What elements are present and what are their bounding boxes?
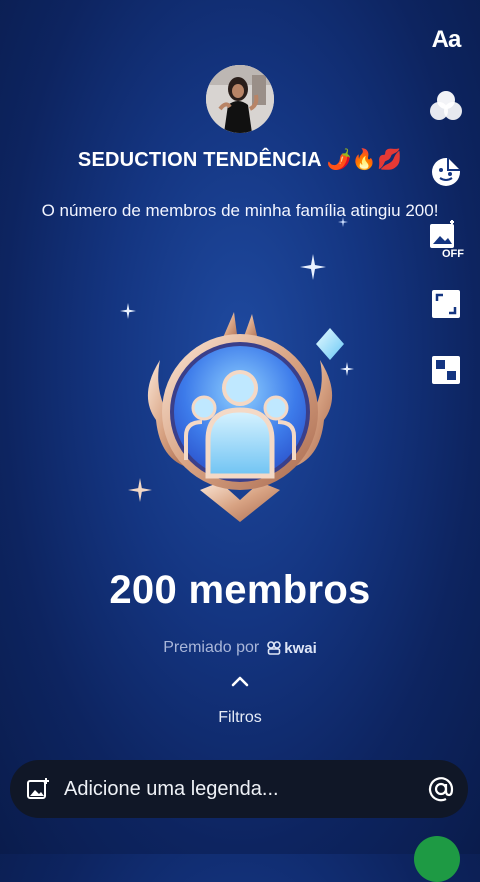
- milestone-message: O número de membros de minha família ati…: [41, 201, 439, 220]
- family-avatar[interactable]: [206, 65, 274, 133]
- caption-input-bar[interactable]: Adicione uma legenda...: [10, 760, 468, 818]
- family-name: SEDUCTION TENDÊNCIA 🌶️🔥💋: [77, 149, 403, 171]
- effects-tool-button[interactable]: [426, 86, 466, 126]
- off-label: OFF: [442, 248, 464, 258]
- image-off-tool-button[interactable]: OFF: [426, 218, 466, 260]
- text-tool-button[interactable]: Aa: [426, 20, 466, 60]
- layout-grid-icon: [432, 356, 460, 384]
- layout-tool-button[interactable]: [426, 350, 466, 390]
- chevron-up-icon[interactable]: [226, 670, 254, 692]
- sparkle-icon: [338, 217, 348, 227]
- text-tool-label: Aa: [431, 26, 462, 53]
- sticker-icon: [432, 158, 460, 186]
- resize-tool-button[interactable]: [426, 284, 466, 324]
- members-count: 200 membros: [109, 568, 371, 612]
- expand-icon: [432, 290, 460, 318]
- filters-button[interactable]: Filtros: [0, 709, 480, 727]
- kwai-brand-text: kwai: [284, 639, 317, 657]
- image-off-icon: OFF: [430, 220, 464, 258]
- mention-icon[interactable]: [428, 776, 454, 802]
- kwai-logo: kwai: [267, 640, 317, 657]
- family-members-badge: [147, 312, 344, 522]
- awarded-by-line: Premiado por kwai: [0, 639, 480, 657]
- circles-effects-icon: [430, 91, 462, 120]
- kwai-logo-icon: [267, 641, 282, 655]
- sparkle-icon: [300, 254, 326, 280]
- send-button[interactable]: [414, 836, 460, 882]
- sticker-tool-button[interactable]: [426, 152, 466, 192]
- add-image-icon[interactable]: [26, 777, 50, 801]
- caption-input[interactable]: Adicione uma legenda...: [64, 778, 428, 801]
- awarded-by-label: Premiado por: [163, 639, 260, 656]
